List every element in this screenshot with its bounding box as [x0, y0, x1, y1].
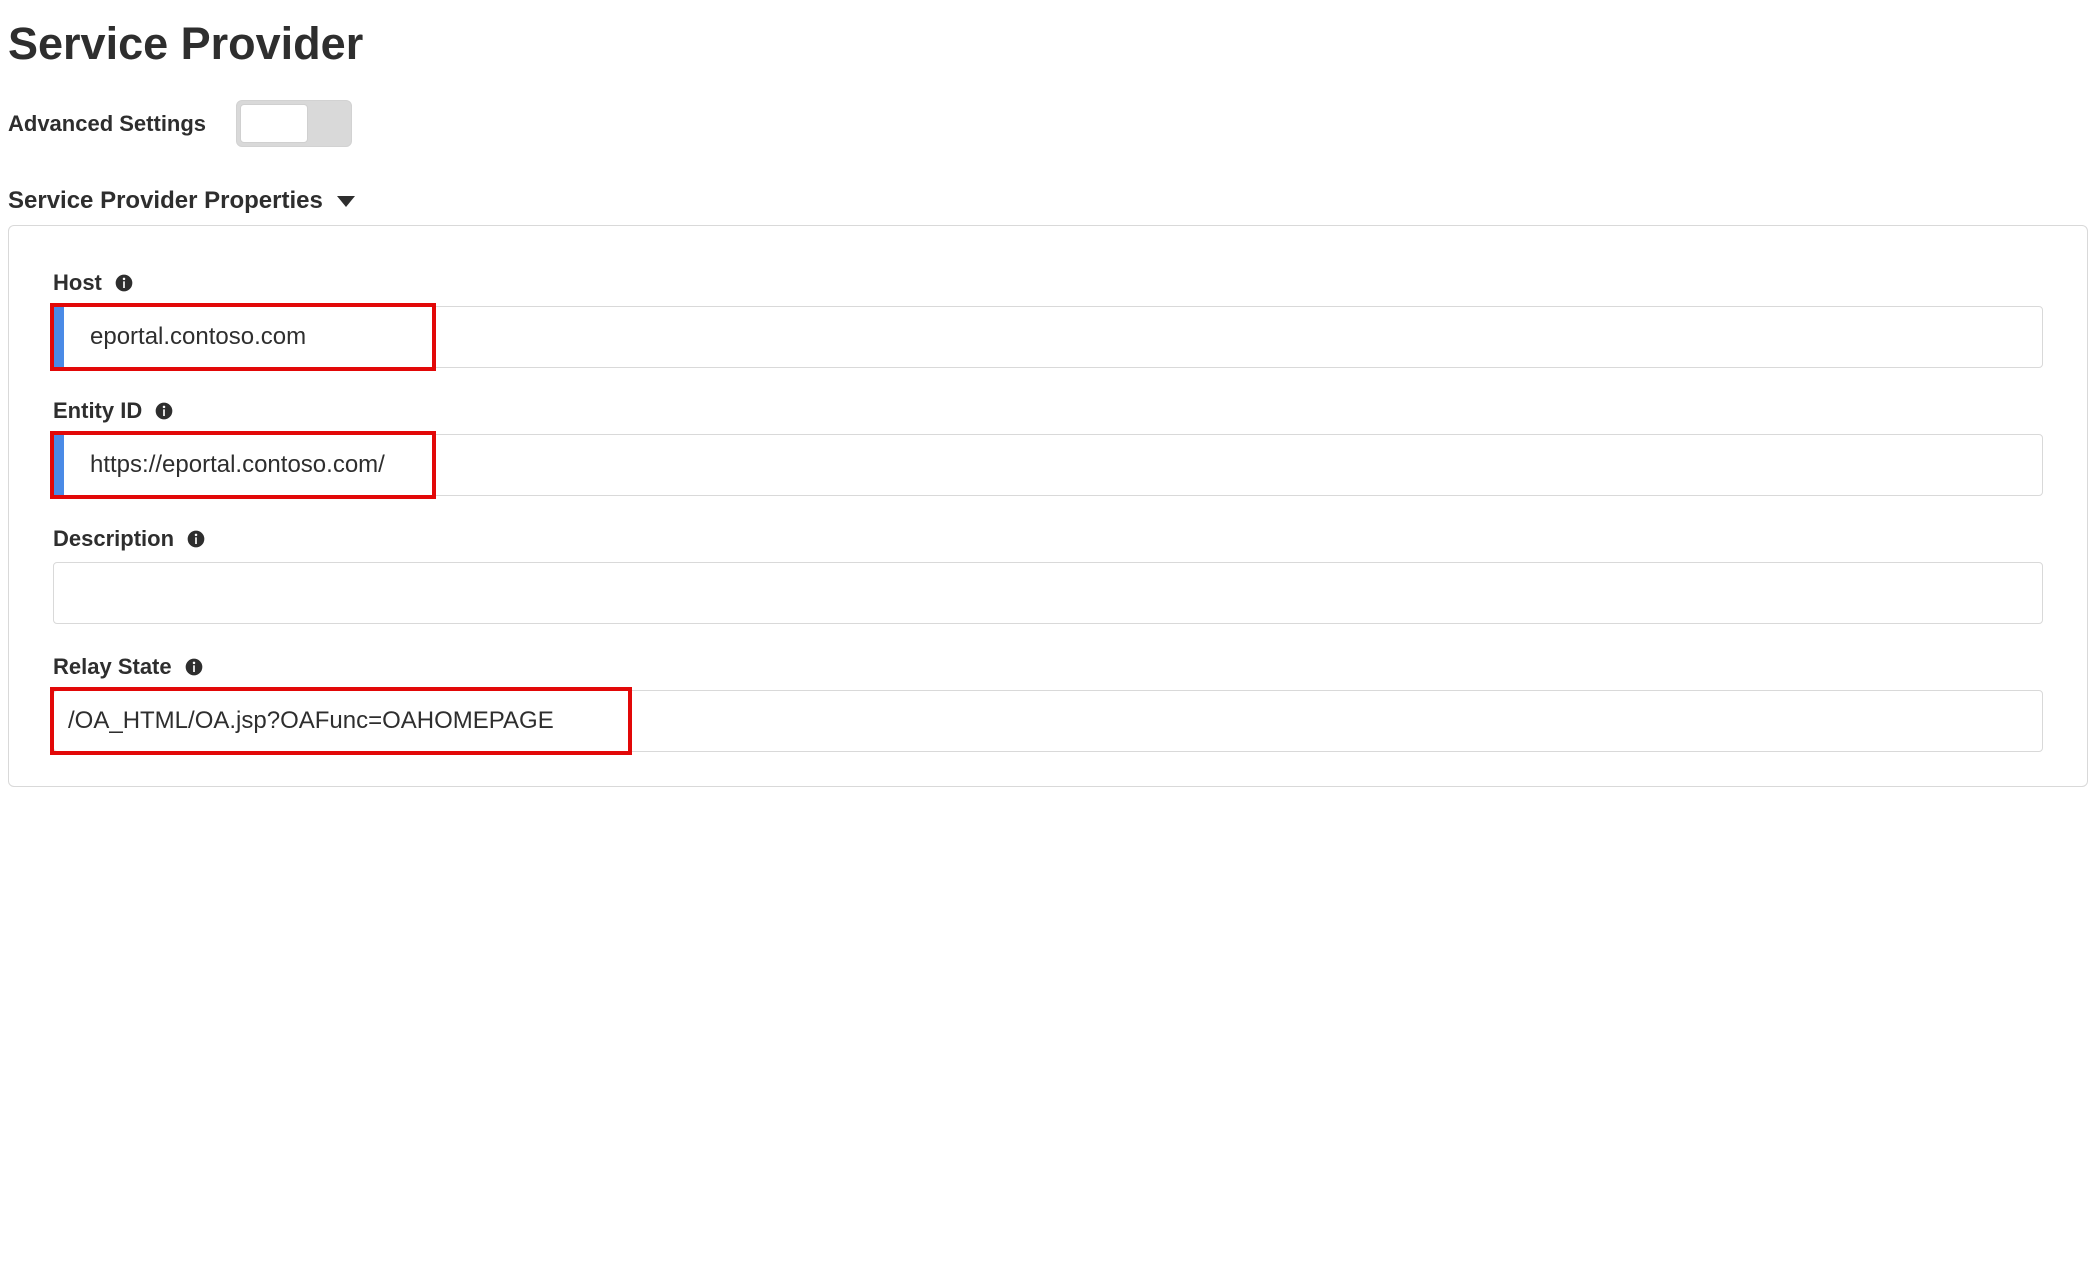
section-header[interactable]: Service Provider Properties: [8, 187, 2088, 215]
relay-state-field: Relay State: [53, 654, 2043, 752]
advanced-settings-toggle[interactable]: [236, 100, 352, 147]
relay-state-input[interactable]: [53, 690, 2043, 752]
properties-panel: Host Entity ID Description: [8, 225, 2088, 787]
description-field: Description: [53, 526, 2043, 624]
description-label: Description: [53, 526, 174, 552]
info-icon[interactable]: [154, 401, 174, 421]
toggle-knob: [240, 104, 308, 143]
relay-state-label: Relay State: [53, 654, 172, 680]
host-label: Host: [53, 270, 102, 296]
caret-down-icon[interactable]: [337, 196, 355, 207]
page-title: Service Provider: [8, 18, 2088, 70]
info-icon[interactable]: [186, 529, 206, 549]
host-input[interactable]: [53, 306, 2043, 368]
entity-id-input[interactable]: [53, 434, 2043, 496]
host-field: Host: [53, 270, 2043, 368]
entity-id-label: Entity ID: [53, 398, 142, 424]
advanced-settings-row: Advanced Settings: [8, 100, 2088, 147]
info-icon[interactable]: [114, 273, 134, 293]
description-input[interactable]: [53, 562, 2043, 624]
section-title: Service Provider Properties: [8, 187, 323, 215]
info-icon[interactable]: [184, 657, 204, 677]
advanced-settings-label: Advanced Settings: [8, 111, 206, 137]
entity-id-field: Entity ID: [53, 398, 2043, 496]
